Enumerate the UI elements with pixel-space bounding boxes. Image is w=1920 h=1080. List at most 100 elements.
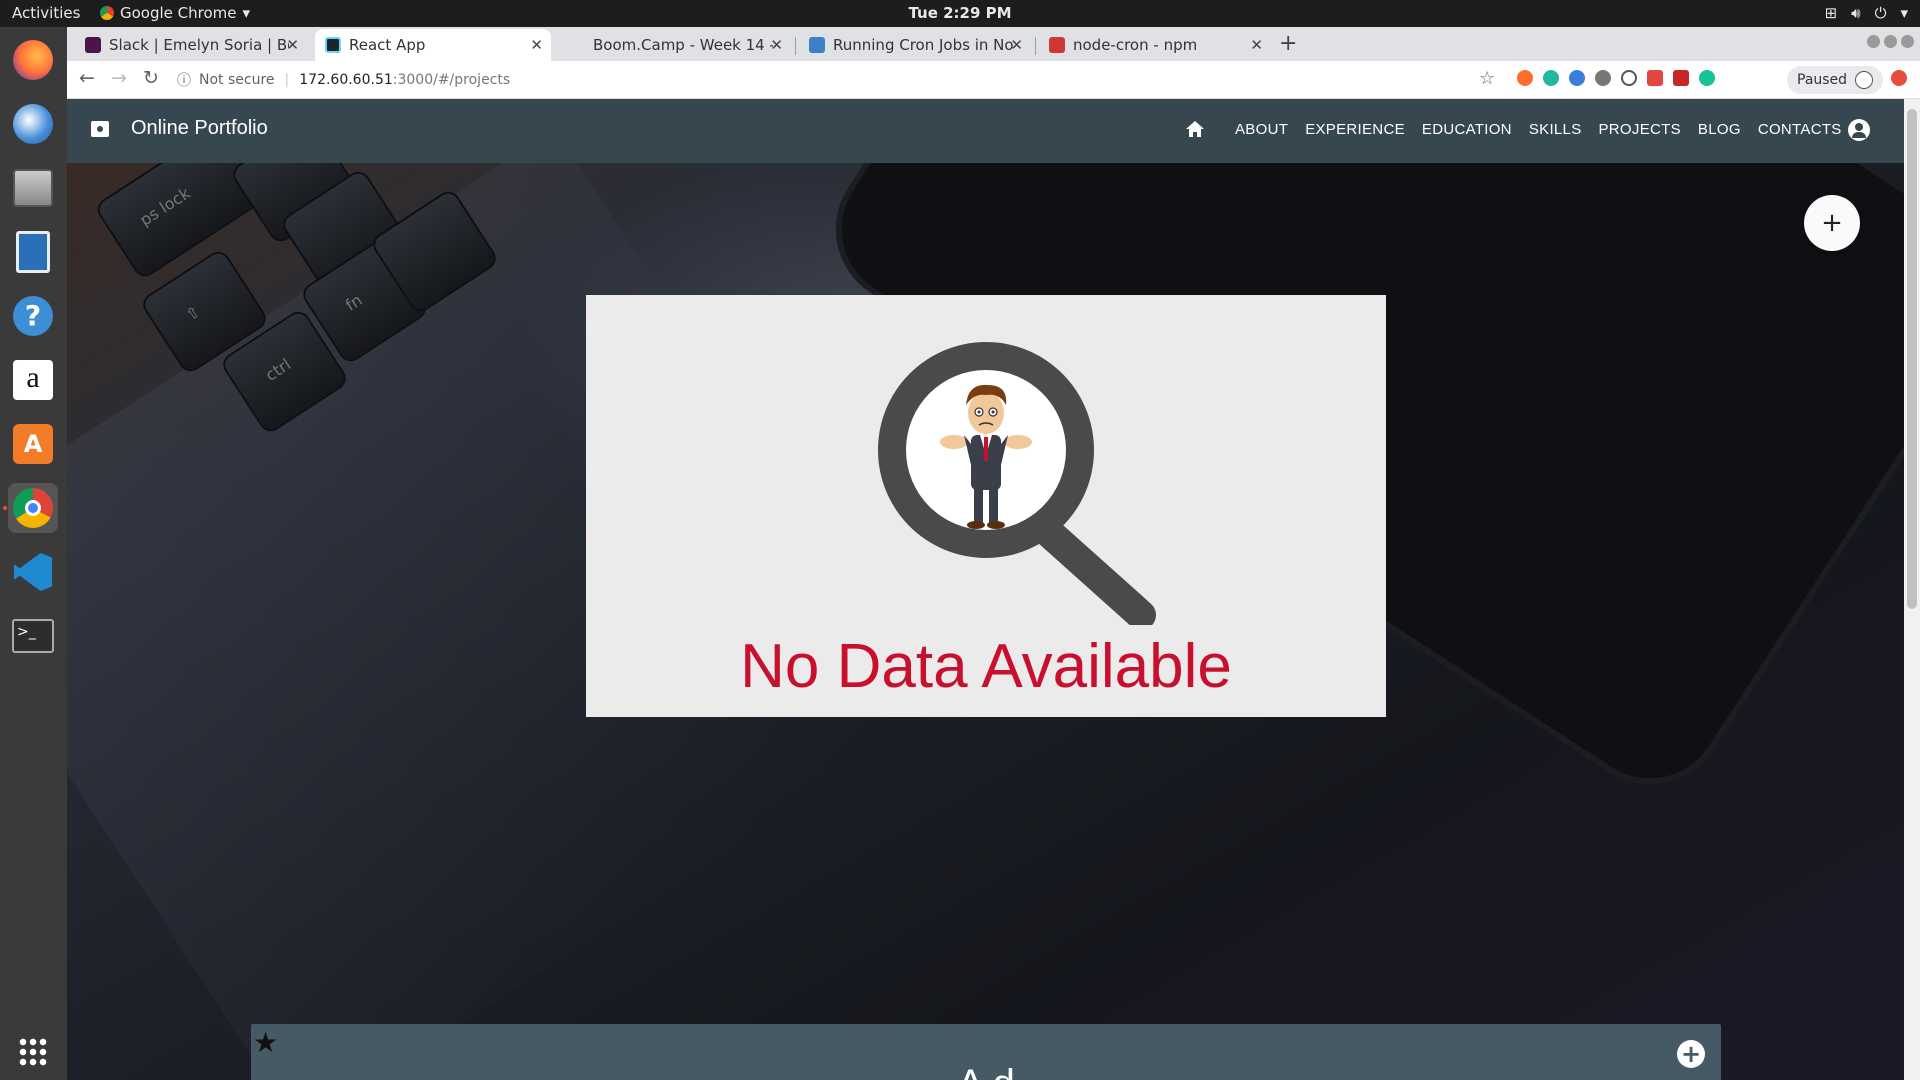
maximize-button[interactable]: [1884, 35, 1897, 48]
divider: |: [284, 72, 290, 88]
nav-contacts[interactable]: CONTACTS: [1758, 121, 1842, 138]
url-host: 172.60.60.51: [299, 72, 393, 88]
extension-icon[interactable]: [1517, 70, 1533, 86]
writer-icon[interactable]: [8, 227, 58, 277]
clock[interactable]: Tue 2:29 PM: [0, 4, 1920, 22]
tab-title: Boom.Camp - Week 14 - D: [593, 36, 773, 54]
extension-icon[interactable]: [1647, 70, 1663, 86]
app-menu-label: Google Chrome: [120, 4, 237, 22]
files-icon[interactable]: [8, 163, 58, 213]
tab-title: Running Cron Jobs in Noc: [833, 36, 1013, 54]
amazon-icon[interactable]: a: [8, 355, 58, 405]
dock: ? a A >_: [0, 27, 67, 1080]
tab-cron-jobs[interactable]: Running Cron Jobs in Noc ✕: [799, 29, 1031, 61]
article-favicon: [809, 37, 825, 53]
url-path: :3000/#/projects: [392, 72, 511, 88]
network-icon: ⊞: [1824, 4, 1838, 22]
help-icon[interactable]: ?: [8, 291, 58, 341]
minimize-button[interactable]: [1867, 35, 1880, 48]
avatar: [1855, 71, 1874, 89]
npm-favicon: [1049, 37, 1065, 53]
system-status-area[interactable]: ⊞ 🔊︎ ⏻ ▾: [1825, 4, 1908, 22]
awards-panel: ★ + A d: [251, 1024, 1721, 1080]
extension-icon[interactable]: [1621, 70, 1637, 86]
scrollbar-thumb[interactable]: [1907, 109, 1917, 609]
nav-links: ABOUT EXPERIENCE EDUCATION SKILLS PROJEC…: [1235, 121, 1842, 138]
close-icon[interactable]: ✕: [286, 36, 299, 54]
security-label: Not secure: [199, 72, 275, 88]
window-controls: [1867, 35, 1914, 48]
firefox-icon[interactable]: [8, 35, 58, 85]
vscode-icon[interactable]: [8, 547, 58, 597]
app-menu[interactable]: Google Chrome ▾: [100, 4, 250, 22]
close-window-button[interactable]: [1901, 35, 1914, 48]
star-icon: ★: [253, 1026, 279, 1059]
nav-experience[interactable]: EXPERIENCE: [1305, 121, 1405, 138]
chrome-small-icon: [100, 6, 114, 20]
forward-icon[interactable]: →: [111, 67, 127, 89]
close-icon[interactable]: ✕: [770, 36, 783, 54]
nav-skills[interactable]: SKILLS: [1529, 121, 1582, 138]
tab-slack[interactable]: Slack | Emelyn Soria | Boo ✕: [75, 29, 307, 61]
nav-about[interactable]: ABOUT: [1235, 121, 1288, 138]
address-bar[interactable]: ⓘ Not secure | 172.60.60.51 :3000/#/proj…: [177, 66, 1517, 94]
profile-status-label: Paused: [1797, 72, 1848, 88]
extension-icon[interactable]: [1543, 70, 1559, 86]
page-viewport: ps lock ⇧ ctrl fn Online Portfolio ABOUT…: [67, 99, 1904, 1080]
extension-icon[interactable]: [1673, 70, 1689, 86]
empty-state-message: No Data Available: [740, 632, 1232, 701]
extensions-area: [1517, 70, 1715, 86]
volume-icon: 🔊︎: [1851, 4, 1861, 22]
tab-title: React App: [349, 36, 426, 54]
extension-icon[interactable]: [1569, 70, 1585, 86]
profile-button[interactable]: Paused: [1787, 66, 1884, 94]
close-icon[interactable]: ✕: [1010, 36, 1023, 54]
bookmark-star-icon[interactable]: ☆: [1479, 68, 1495, 89]
back-icon[interactable]: ←: [79, 67, 95, 89]
extension-icon[interactable]: [1595, 70, 1611, 86]
tab-separator: [795, 37, 796, 55]
show-applications-icon[interactable]: [8, 1027, 58, 1077]
system-top-bar: Activities Google Chrome ▾ Tue 2:29 PM ⊞…: [0, 0, 1920, 27]
close-icon[interactable]: ✕: [530, 36, 543, 54]
brand-title[interactable]: Online Portfolio: [131, 117, 268, 140]
nav-projects[interactable]: PROJECTS: [1599, 121, 1681, 138]
info-icon[interactable]: ⓘ: [177, 70, 191, 90]
software-center-icon[interactable]: A: [8, 419, 58, 469]
extension-icon[interactable]: [1699, 70, 1715, 86]
tab-node-cron[interactable]: node-cron - npm ✕: [1039, 29, 1271, 61]
reload-icon[interactable]: ↻: [143, 67, 159, 89]
tab-title: Slack | Emelyn Soria | Boo: [109, 36, 289, 54]
chevron-down-icon: ▾: [1900, 4, 1908, 22]
boomcamp-favicon: [569, 37, 585, 53]
empty-state-card: No Data Available: [586, 295, 1386, 717]
app-navbar: Online Portfolio ABOUT EXPERIENCE EDUCAT…: [67, 99, 1904, 163]
chrome-icon[interactable]: [8, 483, 58, 533]
magnifier-confused-man-illustration: [878, 342, 1156, 625]
home-icon[interactable]: [1185, 119, 1205, 139]
react-favicon: [325, 37, 341, 53]
panel-title: A d: [251, 1062, 1721, 1080]
tab-boomcamp[interactable]: Boom.Camp - Week 14 - D ✕: [559, 29, 791, 61]
account-icon[interactable]: [1848, 119, 1870, 141]
close-icon[interactable]: ✕: [1250, 36, 1263, 54]
nav-education[interactable]: EDUCATION: [1422, 121, 1512, 138]
browser-toolbar: ← → ↻ ⓘ Not secure | 172.60.60.51 :3000/…: [67, 61, 1920, 99]
slack-favicon: [85, 37, 101, 53]
terminal-icon[interactable]: >_: [8, 611, 58, 661]
portfolio-icon: [91, 121, 109, 137]
add-project-button[interactable]: +: [1804, 195, 1860, 251]
thunderbird-icon[interactable]: [8, 99, 58, 149]
tab-title: node-cron - npm: [1073, 36, 1198, 54]
chevron-down-icon: ▾: [242, 4, 251, 22]
running-indicator: [3, 506, 7, 510]
nav-blog[interactable]: BLOG: [1698, 121, 1741, 138]
browser-window: Slack | Emelyn Soria | Boo ✕ React App ✕…: [67, 27, 1920, 1080]
page-scrollbar[interactable]: [1904, 99, 1920, 1080]
new-tab-icon[interactable]: +: [1279, 31, 1297, 56]
tab-separator: [1035, 37, 1036, 55]
tab-react-app[interactable]: React App ✕: [315, 29, 551, 61]
update-menu-icon[interactable]: [1891, 70, 1907, 86]
activities-button[interactable]: Activities: [12, 4, 80, 22]
power-icon: ⏻: [1874, 4, 1887, 22]
